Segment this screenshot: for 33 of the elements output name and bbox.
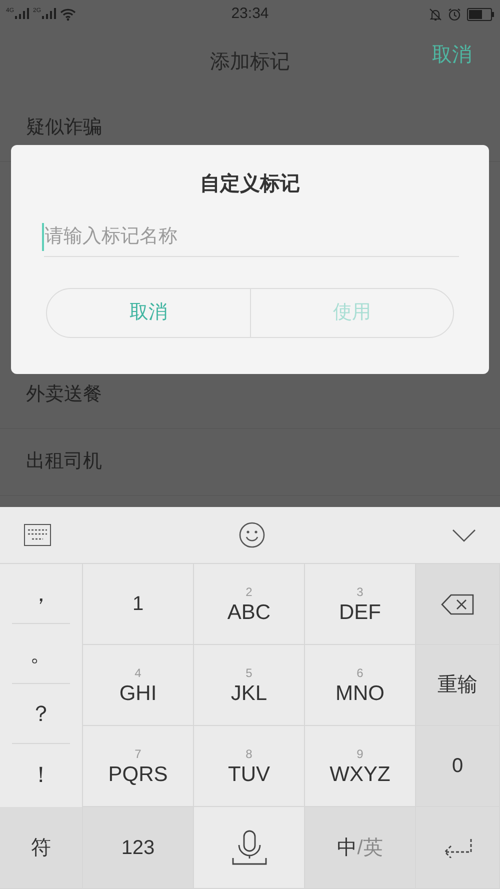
microphone-icon [232,830,266,865]
symbol-key[interactable]: ！ [12,744,70,804]
chevron-down-icon[interactable] [452,528,476,542]
key[interactable]: 9 WXYZ [305,726,416,807]
page-title: 添加标记 [210,50,290,74]
keyboard-icon[interactable] [24,524,51,546]
key[interactable]: 3 DEF [305,564,416,645]
symbol-key[interactable]: ？ [12,684,70,744]
key[interactable]: 重输 [416,645,500,726]
backspace-icon [441,594,474,614]
bell-off-icon [429,8,442,20]
battery-icon [467,8,494,20]
input-field[interactable]: 请输入标记名称 [44,217,458,257]
dialog-title: 自定义标记 [200,172,300,197]
key[interactable]: 6 MNO [305,645,416,726]
enter-icon [442,838,472,858]
key[interactable]: 1 [83,564,194,645]
alarm-clock-icon [448,8,461,20]
symbol-key[interactable]: 。 [12,624,70,684]
key[interactable]: 7 PQRS [83,726,194,807]
key[interactable]: 4 GHI [83,645,194,726]
text-cursor [42,223,44,251]
key[interactable]: 123 [83,807,194,889]
symbol-key[interactable]: ， [12,564,70,624]
key[interactable]: 符 [0,807,83,889]
wifi-icon [60,8,76,20]
key[interactable]: 0 [416,726,500,807]
language-key[interactable]: 中/英 [305,807,416,889]
emoji-icon[interactable] [238,522,264,548]
key[interactable]: 8 TUV [194,726,305,807]
clock: 23:34 [230,4,270,24]
key[interactable]: 2 ABC [194,564,305,645]
key[interactable]: 5 JKL [194,645,305,726]
